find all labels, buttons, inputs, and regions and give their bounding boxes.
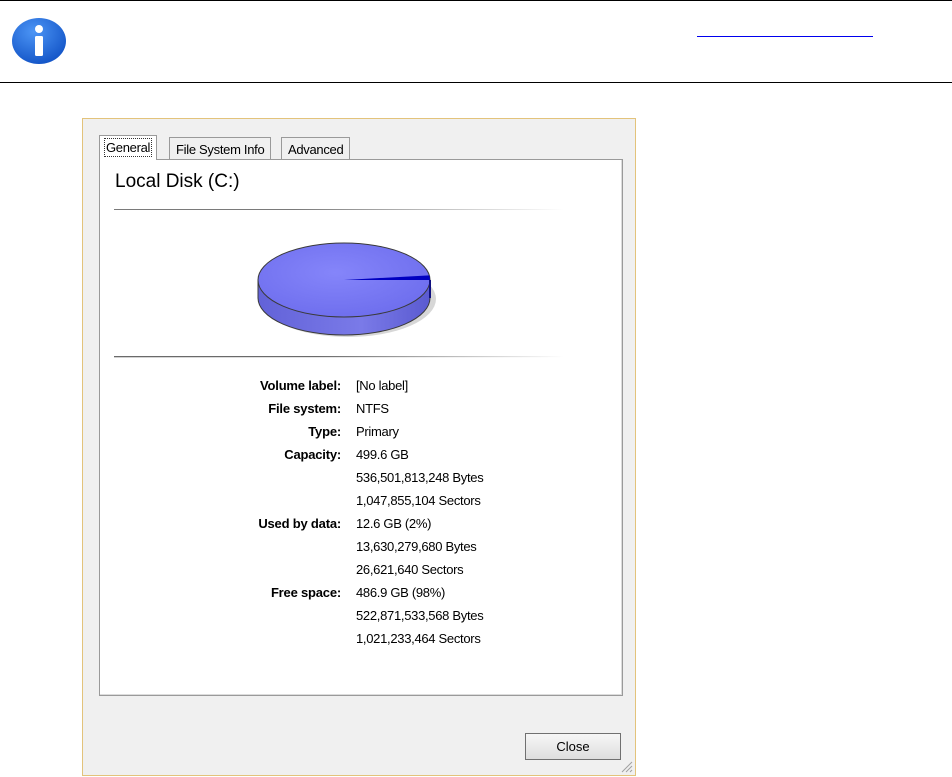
banner-bottom-rule xyxy=(0,82,952,83)
property-value: 1,047,855,104 Sectors xyxy=(356,493,481,508)
property-used-by-data: Used by data: 12.6 GB (2%) xyxy=(100,516,620,536)
divider xyxy=(114,209,564,210)
property-value: 26,621,640 Sectors xyxy=(356,562,464,577)
tab-advanced[interactable]: Advanced xyxy=(281,137,351,159)
property-label: File system: xyxy=(268,401,341,416)
property-file-system: File system: NTFS xyxy=(100,401,620,421)
property-capacity-sectors: 1,047,855,104 Sectors xyxy=(100,493,620,513)
property-label: Capacity: xyxy=(284,447,341,462)
property-free-space: Free space: 486.9 GB (98%) xyxy=(100,585,620,605)
property-value: NTFS xyxy=(356,401,389,416)
property-value: 522,871,533,568 Bytes xyxy=(356,608,484,623)
property-label: Volume label: xyxy=(260,378,341,393)
disk-usage-pie xyxy=(257,242,436,337)
partition-properties-dialog: General File System Info Advanced Local … xyxy=(82,118,636,776)
property-free-bytes: 522,871,533,568 Bytes xyxy=(100,608,620,628)
property-value: Primary xyxy=(356,424,399,439)
property-value: 1,021,233,464 Sectors xyxy=(356,631,481,646)
page-title: Local Disk (C:) xyxy=(115,171,240,192)
property-capacity-bytes: 536,501,813,248 Bytes xyxy=(100,470,620,490)
property-value: 499.6 GB xyxy=(356,447,409,462)
tab-advanced-label: Advanced xyxy=(288,142,344,157)
tab-file-system-info-label: File System Info xyxy=(176,142,265,157)
divider-highlight xyxy=(114,357,564,358)
property-used-bytes: 13,630,279,680 Bytes xyxy=(100,539,620,559)
tab-general[interactable]: General xyxy=(99,135,158,160)
info-icon xyxy=(12,17,68,65)
resize-grip-icon[interactable] xyxy=(619,759,633,773)
tab-general-label: General xyxy=(103,138,153,157)
property-volume-label: Volume label: [No label] xyxy=(100,378,620,398)
property-label: Type: xyxy=(308,424,341,439)
property-value: 12.6 GB (2%) xyxy=(356,516,432,531)
property-type: Type: Primary xyxy=(100,424,620,444)
property-label: Free space: xyxy=(270,585,341,600)
property-value: 536,501,813,248 Bytes xyxy=(356,470,484,485)
banner-top-rule xyxy=(0,0,952,1)
general-tab-panel: Local Disk (C:) Volume label: [No label]… xyxy=(99,159,623,696)
property-label: Used by data: xyxy=(258,516,341,531)
close-button[interactable]: Close xyxy=(525,733,621,760)
property-value: 13,630,279,680 Bytes xyxy=(356,539,477,554)
banner-link[interactable] xyxy=(697,20,873,37)
property-value: 486.9 GB (98%) xyxy=(356,585,446,600)
tab-file-system-info[interactable]: File System Info xyxy=(169,137,272,159)
property-used-sectors: 26,621,640 Sectors xyxy=(100,562,620,582)
property-free-sectors: 1,021,233,464 Sectors xyxy=(100,631,620,651)
property-capacity: Capacity: 499.6 GB xyxy=(100,447,620,467)
property-value: [No label] xyxy=(356,378,408,393)
